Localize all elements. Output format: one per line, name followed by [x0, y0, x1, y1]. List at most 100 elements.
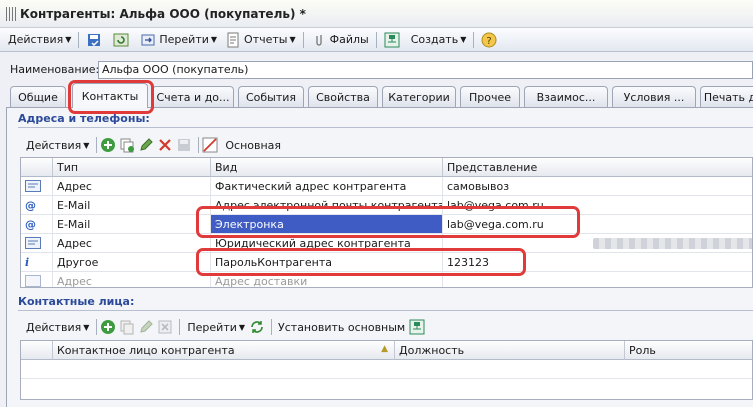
disabled-save-icon — [178, 139, 191, 151]
name-input[interactable]: Альфа ООО (покупатель) — [98, 61, 753, 79]
sort-asc-icon: ▲ — [381, 344, 388, 354]
goto-icon — [141, 34, 155, 45]
contacts-actions-menu-button[interactable]: Действия ▼ — [22, 317, 93, 337]
tab-general[interactable]: Общие — [10, 86, 66, 107]
addresses-column-representation[interactable]: Представление — [443, 158, 752, 177]
tab-properties[interactable]: Свойства — [308, 86, 378, 107]
dropdown-arrow-icon: ▼ — [289, 35, 296, 44]
set-main-icon[interactable] — [202, 137, 218, 153]
table-row-type[interactable]: Адрес — [53, 272, 211, 287]
grip-icon — [6, 6, 16, 21]
reports-menu-button[interactable]: Отчеты ▼ — [221, 30, 300, 50]
actions-menu-button[interactable]: Действия ▼ — [4, 30, 75, 50]
files-button[interactable]: Файлы — [307, 30, 373, 50]
tab-print[interactable]: Печать д — [700, 86, 753, 107]
tab-relations[interactable]: Взаимос... — [524, 86, 608, 107]
addresses-section-title: Адреса и телефоны: — [18, 112, 150, 125]
copy-icon[interactable] — [119, 137, 135, 153]
reports-icon — [227, 32, 239, 47]
name-label: Наименование: — [10, 63, 100, 76]
table-row-kind[interactable]: Адрес доставки — [211, 272, 443, 287]
svg-text:?: ? — [487, 36, 492, 47]
add-icon[interactable] — [100, 319, 116, 335]
addresses-column-type[interactable]: Тип — [53, 158, 211, 177]
edit-pencil-icon — [140, 320, 154, 333]
contacts-section-title: Контактные лица: — [18, 295, 135, 308]
dropdown-arrow-icon: ▼ — [210, 35, 218, 44]
table-row-representation[interactable]: самовывоз — [443, 177, 752, 196]
main-toolbar: Действия ▼ Перейти ▼ Отчеты ▼ Файлы Создать… — [0, 28, 753, 52]
create-menu-button[interactable]: Создать ▼ — [407, 30, 471, 50]
contacts-actions-label: Действия — [26, 320, 82, 334]
addresses-column-kind[interactable]: Вид — [211, 158, 443, 177]
refresh-icon — [113, 33, 129, 46]
contacts-icon-header — [21, 341, 53, 360]
help-button[interactable]: ? — [477, 30, 504, 50]
edit-pencil-icon[interactable] — [138, 137, 154, 153]
table-row-representation[interactable]: lab@vega.com.ru — [443, 215, 752, 234]
refresh-button[interactable] — [109, 30, 136, 50]
addresses-actions-menu-button[interactable]: Действия ▼ — [22, 135, 93, 155]
toolbar-separator — [179, 319, 181, 335]
structure-button[interactable] — [380, 30, 407, 50]
table-row-representation[interactable]: lab@vega.com.ru — [443, 196, 752, 215]
table-row-type[interactable]: Другое — [53, 253, 211, 272]
table-row-icon — [21, 272, 53, 287]
table-row-kind[interactable]: ПарольКонтрагента — [211, 253, 443, 272]
addresses-section-divider — [18, 127, 753, 128]
contacts-column-person[interactable]: Контактное лицо контрагента ▲ — [53, 341, 395, 360]
contacts-column-role[interactable]: Роль — [625, 341, 752, 360]
table-row-type[interactable]: E-Mail — [53, 196, 211, 215]
address-card-icon — [25, 237, 41, 249]
create-label: Создать — [410, 33, 459, 46]
contacts-goto-menu-button[interactable]: Перейти ▼ — [183, 317, 249, 337]
table-row[interactable] — [21, 360, 752, 379]
window-titlebar: Контрагенты: Альфа ООО (покупатель) * — [0, 0, 753, 28]
address-card-icon — [25, 180, 41, 192]
addresses-icon-header — [21, 158, 53, 177]
email-at-icon: @ — [21, 196, 53, 215]
tab-contacts[interactable]: Контакты — [72, 83, 148, 108]
contacts-section-divider — [18, 310, 753, 311]
table-row-icon — [21, 234, 53, 253]
table-row-kind[interactable]: Фактический адрес контрагента — [211, 177, 443, 196]
reports-label: Отчеты — [244, 33, 288, 46]
tab-events[interactable]: События — [238, 86, 304, 107]
contacts-goto-label: Перейти — [187, 320, 237, 334]
table-row-kind-selected[interactable]: Электронка — [211, 215, 443, 234]
table-row-type[interactable]: Адрес — [53, 177, 211, 196]
refresh-icon[interactable] — [249, 319, 265, 335]
add-icon[interactable] — [100, 137, 116, 153]
dropdown-arrow-icon: ▼ — [460, 35, 467, 44]
table-row-representation[interactable] — [443, 234, 752, 253]
table-row-icon — [21, 177, 53, 196]
toolbar-separator — [302, 31, 304, 48]
address-card-icon — [25, 275, 41, 287]
delete-icon[interactable] — [157, 137, 173, 153]
goto-menu-button[interactable]: Перейти ▼ — [136, 30, 221, 50]
copy-icon — [120, 320, 134, 335]
contacts-column-position[interactable]: Должность — [395, 341, 625, 360]
tab-conditions[interactable]: Условия ... — [612, 86, 696, 107]
structure-icon[interactable] — [409, 319, 425, 335]
contacts-table: Контактное лицо контрагента ▲ Должность … — [20, 340, 753, 400]
addresses-actions-label: Действия — [26, 138, 82, 152]
tab-other[interactable]: Прочее — [460, 86, 520, 107]
main-address-label[interactable]: Основная — [225, 139, 281, 152]
table-row-kind[interactable]: Адрес электронной почты контрагента для … — [211, 196, 443, 215]
save-close-button[interactable] — [82, 30, 109, 50]
table-row-kind[interactable]: Юридический адрес контрагента — [211, 234, 443, 253]
files-label: Файлы — [329, 33, 369, 46]
set-main-contact-button[interactable]: Установить основным — [278, 321, 405, 334]
toolbar-separator — [271, 319, 273, 335]
addresses-table: Тип Вид Представление Адрес Фактический … — [20, 157, 753, 288]
tab-accounts[interactable]: Счета и до... — [152, 86, 234, 107]
table-row-representation[interactable]: 123123 — [443, 253, 752, 272]
dropdown-arrow-icon: ▼ — [238, 322, 246, 332]
info-icon: i — [21, 253, 53, 272]
toolbar-separator — [198, 137, 200, 153]
table-row-representation[interactable] — [443, 272, 752, 287]
table-row-type[interactable]: Адрес — [53, 234, 211, 253]
tab-categories[interactable]: Категории — [382, 86, 456, 107]
table-row-type[interactable]: E-Mail — [53, 215, 211, 234]
